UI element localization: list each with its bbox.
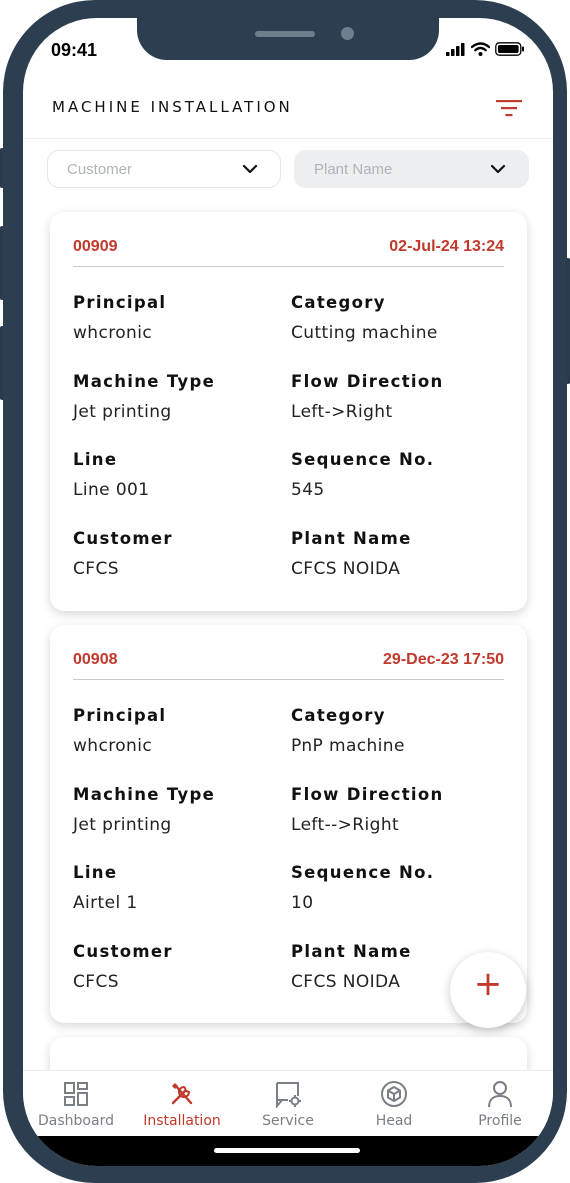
- field-label: Customer: [73, 529, 173, 548]
- app-bar: MACHINE INSTALLATION: [23, 82, 553, 139]
- field-value: Line 001: [73, 480, 150, 500]
- field-value: CFCS: [73, 972, 119, 992]
- screen: 09:41 MACHINE INSTALLATION Customer Plan…: [23, 18, 553, 1166]
- notch: [137, 18, 439, 60]
- home-indicator[interactable]: [214, 1148, 360, 1153]
- status-time: 09:41: [51, 40, 98, 60]
- chevron-down-icon: [242, 164, 258, 174]
- field-principal: Principal whcronic: [73, 293, 166, 343]
- dashboard-icon: [64, 1082, 88, 1106]
- field-value: CFCS NOIDA: [291, 559, 401, 579]
- field-customer: Customer CFCS: [73, 942, 173, 992]
- field-label: Principal: [73, 706, 167, 725]
- customer-placeholder: Customer: [67, 161, 133, 178]
- nav-installation[interactable]: Installation: [129, 1077, 235, 1129]
- field-label: Line: [73, 450, 118, 469]
- nav-head[interactable]: Head: [341, 1077, 447, 1129]
- nav-label: Service: [262, 1113, 314, 1129]
- nav-label: Installation: [143, 1113, 221, 1129]
- installation-card[interactable]: 00909 02-Jul-24 13:24 Principal whcronic…: [50, 212, 527, 611]
- field-line: Line Line 001: [73, 450, 149, 500]
- customer-dropdown[interactable]: Customer: [47, 150, 281, 188]
- divider: [73, 266, 504, 267]
- plant-dropdown[interactable]: Plant Name: [294, 150, 529, 188]
- nav-label: Profile: [478, 1113, 522, 1129]
- device-frame: 09:41 MACHINE INSTALLATION Customer Plan…: [0, 0, 570, 1183]
- field-label: Principal: [73, 293, 167, 312]
- phone-body: 09:41 MACHINE INSTALLATION Customer Plan…: [3, 0, 567, 1183]
- field-value: Cutting machine: [291, 323, 438, 343]
- field-label: Flow Direction: [291, 785, 444, 804]
- field-label: Category: [291, 293, 386, 312]
- field-label: Sequence No.: [291, 863, 435, 882]
- field-value: Jet printing: [73, 815, 172, 835]
- field-label: Flow Direction: [291, 372, 444, 391]
- field-value: Airtel 1: [73, 893, 138, 913]
- field-label: Machine Type: [73, 785, 216, 804]
- field-machine-type: Machine Type Jet printing: [73, 372, 215, 422]
- field-value: whcronic: [73, 323, 153, 343]
- plant-placeholder: Plant Name: [314, 161, 393, 178]
- add-installation-button[interactable]: +: [450, 952, 526, 1028]
- field-plant-name: Plant Name CFCS NOIDA: [291, 942, 412, 992]
- bottom-nav: Dashboard Installation Service Head Prof…: [23, 1070, 553, 1137]
- field-value: CFCS NOIDA: [291, 972, 401, 992]
- nav-service[interactable]: Service: [235, 1077, 341, 1129]
- field-label: Category: [291, 706, 386, 725]
- installation-id: 00908: [73, 651, 118, 668]
- battery-icon: [495, 42, 524, 56]
- tools-icon: [171, 1083, 193, 1105]
- speaker: [255, 31, 315, 37]
- signal-icon: [446, 42, 465, 56]
- field-value: 545: [291, 480, 325, 500]
- field-label: Sequence No.: [291, 450, 435, 469]
- camera: [341, 27, 354, 40]
- field-flow-direction: Flow Direction Left->Right: [291, 372, 444, 422]
- filter-icon[interactable]: [495, 96, 523, 120]
- status-icons: [446, 42, 525, 56]
- field-value: Left-->Right: [291, 815, 400, 835]
- field-label: Plant Name: [291, 942, 412, 961]
- field-flow-direction: Flow Direction Left-->Right: [291, 785, 444, 835]
- field-sequence-no: Sequence No. 545: [291, 450, 434, 500]
- field-label: Plant Name: [291, 529, 412, 548]
- chevron-down-icon: [490, 164, 506, 174]
- nav-dashboard[interactable]: Dashboard: [23, 1077, 129, 1129]
- installation-id: 00909: [73, 238, 118, 255]
- cube-icon: [381, 1081, 407, 1107]
- field-value: Jet printing: [73, 402, 172, 422]
- installation-date: 29-Dec-23 17:50: [383, 651, 504, 668]
- field-sequence-no: Sequence No. 10: [291, 863, 434, 913]
- user-icon: [488, 1081, 512, 1108]
- home-indicator-area: [23, 1136, 553, 1166]
- wifi-icon: [471, 42, 490, 56]
- field-principal: Principal whcronic: [73, 706, 166, 756]
- page-title: MACHINE INSTALLATION: [52, 98, 293, 116]
- service-icon: [276, 1082, 301, 1108]
- field-label: Customer: [73, 942, 173, 961]
- field-value: CFCS: [73, 559, 119, 579]
- divider: [73, 679, 504, 680]
- field-value: Left->Right: [291, 402, 393, 422]
- nav-profile[interactable]: Profile: [447, 1077, 553, 1129]
- field-value: 10: [291, 893, 314, 913]
- field-label: Machine Type: [73, 372, 216, 391]
- field-label: Line: [73, 863, 118, 882]
- field-machine-type: Machine Type Jet printing: [73, 785, 215, 835]
- field-category: Category PnP machine: [291, 706, 405, 756]
- field-value: PnP machine: [291, 736, 405, 756]
- field-plant-name: Plant Name CFCS NOIDA: [291, 529, 412, 579]
- field-line: Line Airtel 1: [73, 863, 138, 913]
- field-value: whcronic: [73, 736, 153, 756]
- installation-date: 02-Jul-24 13:24: [389, 238, 504, 255]
- nav-label: Head: [375, 1113, 413, 1129]
- nav-label: Dashboard: [38, 1113, 114, 1129]
- field-customer: Customer CFCS: [73, 529, 173, 579]
- field-category: Category Cutting machine: [291, 293, 438, 343]
- plus-icon: +: [473, 964, 503, 1004]
